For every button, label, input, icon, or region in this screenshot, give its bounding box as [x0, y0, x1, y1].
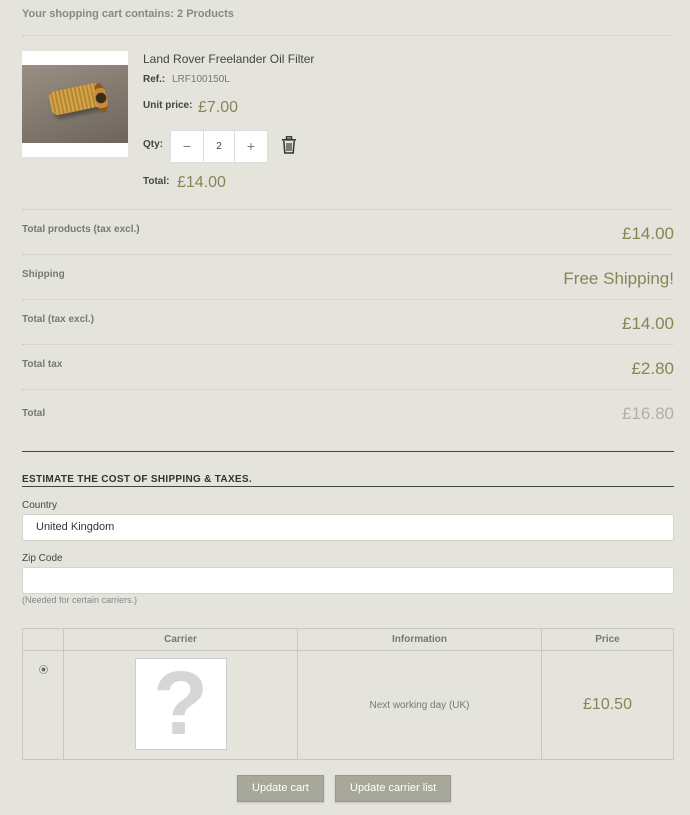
estimate-title: ESTIMATE THE COST OF SHIPPING & TAXES.: [22, 474, 252, 485]
table-row: ? Next working day (UK) £10.50: [22, 650, 674, 760]
carrier-logo-cell: ?: [63, 650, 298, 760]
qty-decrease-button[interactable]: −: [171, 131, 204, 162]
section-divider: [22, 486, 674, 487]
total-tax-excl-value: £14.00: [622, 314, 674, 333]
carrier-price: £10.50: [541, 650, 674, 760]
line-total-label: Total:: [143, 176, 170, 187]
product-name[interactable]: Land Rover Freelander Oil Filter: [143, 52, 314, 66]
shipping-label: Shipping: [22, 269, 65, 280]
product-image[interactable]: [22, 51, 128, 157]
oil-filter-photo: [22, 65, 128, 143]
header-carrier: Carrier: [63, 628, 298, 651]
divider: [22, 35, 674, 36]
carrier-select-cell: [22, 650, 64, 760]
cart-summary: Your shopping cart contains: 2 Products: [22, 8, 234, 20]
header-information: Information: [297, 628, 542, 651]
carrier-table: Carrier Information Price ? Next working…: [22, 628, 674, 760]
zip-hint: (Needed for certain carriers.): [22, 595, 138, 605]
unit-price-label: Unit price:: [143, 100, 193, 111]
quantity-stepper: − +: [170, 130, 268, 163]
trash-icon[interactable]: [281, 136, 297, 154]
zip-input[interactable]: [22, 567, 674, 594]
divider: [22, 344, 674, 345]
shipping-value: Free Shipping!: [563, 269, 674, 288]
country-value: United Kingdom: [36, 521, 115, 533]
country-select[interactable]: United Kingdom: [22, 514, 674, 541]
header-price: Price: [541, 628, 674, 651]
total-products-label: Total products (tax excl.): [22, 224, 140, 235]
unit-price-value: £7.00: [198, 99, 239, 116]
divider: [22, 299, 674, 300]
qty-input[interactable]: [204, 131, 234, 162]
carrier-information: Next working day (UK): [297, 650, 542, 760]
section-divider: [22, 451, 674, 452]
qty-increase-button[interactable]: +: [234, 131, 267, 162]
ref-value: LRF100150L: [172, 74, 230, 85]
grand-total-label: Total: [22, 408, 46, 419]
divider: [22, 389, 674, 390]
carrier-table-header: Carrier Information Price: [22, 628, 674, 651]
header-select: [22, 628, 64, 651]
ref-label: Ref.:: [143, 74, 166, 85]
line-total-value: £14.00: [177, 174, 226, 191]
divider: [22, 209, 674, 210]
question-mark-icon: ?: [134, 657, 227, 750]
update-carrier-list-button[interactable]: Update carrier list: [335, 775, 452, 802]
total-tax-value: £2.80: [631, 359, 674, 378]
zip-label: Zip Code: [22, 553, 63, 564]
total-tax-excl-label: Total (tax excl.): [22, 314, 95, 325]
divider: [22, 254, 674, 255]
total-products-value: £14.00: [622, 224, 674, 243]
country-label: Country: [22, 500, 58, 511]
update-cart-button[interactable]: Update cart: [237, 775, 324, 802]
qty-label: Qty:: [143, 139, 163, 150]
grand-total-value: £16.80: [622, 404, 674, 423]
total-tax-label: Total tax: [22, 359, 63, 370]
carrier-radio[interactable]: [38, 665, 48, 674]
